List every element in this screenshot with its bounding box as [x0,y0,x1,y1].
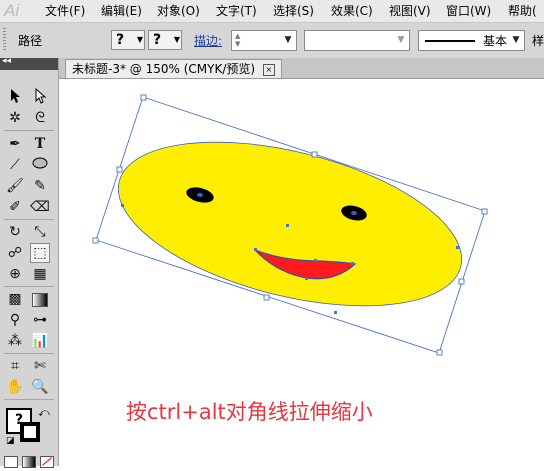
menu-edit[interactable]: 编辑(E) [101,0,142,22]
artboard-canvas[interactable]: 按ctrl+alt对角线拉伸缩小 [59,79,544,466]
close-icon[interactable]: × [262,63,275,76]
color-mode-buttons[interactable] [4,456,54,468]
face-ellipse[interactable] [102,112,478,337]
tools-divider [4,130,54,131]
hand-tool-icon[interactable]: ✋ [5,377,25,397]
zoom-tool-icon[interactable]: 🔍 [30,377,50,397]
fill-color-button[interactable]: ? ▼ [111,30,145,50]
warp-tool-icon[interactable]: ☍ [5,243,25,263]
brush-definition-dropdown[interactable]: 基本 ▼ [418,30,525,51]
menu-view[interactable]: 视图(V) [389,0,431,22]
tools-panel: ◂◂ ✲ ᘓ ✒ T ⟋ 🖌 ✎ ✐ ⌫ ↻ ⤡ ☍ ⬚ ⊕ ▦ ▩ ⚲ ⊶ ⁂… [0,56,59,468]
artboard-tool-icon[interactable]: ⌗ [5,356,25,376]
eraser-tool-icon[interactable]: ⌫ [30,197,50,217]
chevron-down-icon: ▼ [284,35,292,45]
control-bar: 路径 ? ▼ ? ▼ 描边: ▲ ▼ ▼ ▼ 基本 ▼ 样 [0,23,544,59]
free-transform-tool-icon[interactable]: ⬚ [30,243,50,263]
type-tool-icon[interactable]: T [30,134,50,154]
default-colors-icon[interactable]: ◪ [6,436,15,446]
smiley-face[interactable] [102,112,478,337]
chevron-down-icon: ▼ [512,35,520,45]
stepper-icon[interactable]: ▲ ▼ [235,32,240,48]
left-eye-pupil [197,193,203,197]
menu-file[interactable]: 文件(F) [45,0,85,22]
tools-panel-header[interactable]: ◂◂ [0,56,58,70]
tools-divider [4,353,54,354]
ellipse-tool-icon[interactable] [30,155,50,175]
variable-width-dropdown[interactable]: ▼ [304,30,410,51]
menu-window[interactable]: 窗口(W) [446,0,491,22]
menu-type[interactable]: 文字(T) [216,0,257,22]
paintbrush-tool-icon[interactable]: 🖌 [5,176,25,196]
direct-selection-tool-icon[interactable] [30,87,50,108]
pencil-tool-icon[interactable]: ✎ [30,176,50,196]
right-eye-pupil [351,211,357,215]
app-logo: Ai [4,1,20,20]
chevron-down-icon: ▼ [173,35,180,44]
scale-tool-icon[interactable]: ⤡ [30,222,50,242]
stroke-swatch[interactable] [20,422,40,442]
symbol-sprayer-tool-icon[interactable]: ⁂ [5,331,25,351]
lasso-tool-icon[interactable]: ᘓ [30,108,50,128]
blob-brush-tool-icon[interactable]: ✐ [5,197,25,217]
swap-arrows-icon[interactable]: ⤺ [38,406,50,420]
slice-tool-icon[interactable]: ✄ [30,356,50,376]
stroke-line-preview [425,40,475,42]
column-graph-tool-icon[interactable]: 📊 [30,331,50,351]
menu-object[interactable]: 对象(O) [157,0,200,22]
stroke-question-icon: ? [153,32,162,48]
chevron-down-icon: ▼ [136,35,143,44]
pen-tool-icon[interactable]: ✒ [5,134,25,154]
gradient-tool-icon[interactable] [30,289,50,309]
stroke-label[interactable]: 描边: [194,32,222,49]
collapse-icon[interactable]: ◂◂ [2,56,11,66]
shape-builder-tool-icon[interactable]: ⊕ [5,264,25,284]
panel-grip[interactable] [3,28,6,52]
line-segment-tool-icon[interactable]: ⟋ [5,155,25,175]
style-label[interactable]: 样 [532,32,544,49]
eyedropper-tool-icon[interactable]: ⚲ [5,310,25,330]
document-tab-title: 未标题-3* @ 150% (CMYK/预览) [72,62,256,76]
blend-tool-icon[interactable]: ⊶ [30,310,50,330]
selection-mode-label: 路径 [18,34,43,48]
rotate-tool-icon[interactable]: ↻ [5,222,25,242]
magic-wand-tool-icon[interactable]: ✲ [5,108,25,128]
tools-divider [4,286,54,287]
stroke-color-button[interactable]: ? ▼ [148,30,182,50]
stroke-weight-dropdown[interactable]: ▲ ▼ ▼ [231,30,297,51]
document-tab-bar: 未标题-3* @ 150% (CMYK/预览) × [59,58,544,79]
tools-divider [4,219,54,220]
perspective-grid-tool-icon[interactable]: ▦ [30,264,50,284]
menu-bar: Ai 文件(F) 编辑(E) 对象(O) 文字(T) 选择(S) 效果(C) 视… [0,0,544,23]
brush-basic-label: 基本 [483,34,508,48]
document-tab[interactable]: 未标题-3* @ 150% (CMYK/预览) × [65,59,282,78]
menu-effect[interactable]: 效果(C) [331,0,373,22]
fill-question-icon: ? [116,32,125,48]
tools-divider [4,399,54,400]
instruction-caption: 按ctrl+alt对角线拉伸缩小 [126,400,373,424]
chevron-down-icon: ▼ [397,35,405,45]
menu-select[interactable]: 选择(S) [273,0,314,22]
menu-help[interactable]: 帮助( [508,0,537,22]
mesh-tool-icon[interactable]: ▩ [5,289,25,309]
selection-tool-icon[interactable] [5,88,25,108]
